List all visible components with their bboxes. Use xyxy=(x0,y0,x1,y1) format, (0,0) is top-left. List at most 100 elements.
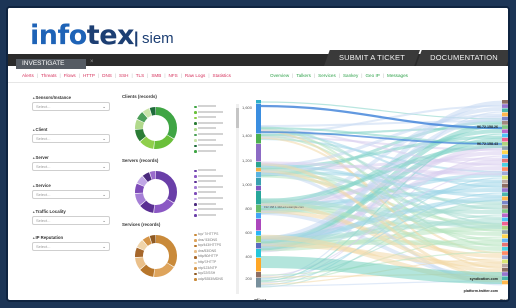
nav-link-threats[interactable]: Threats xyxy=(41,73,57,78)
nav-link-tls[interactable]: TLS xyxy=(136,73,144,78)
sankey-target-node[interactable] xyxy=(502,255,508,260)
sankey-target-node[interactable] xyxy=(502,146,508,150)
sankey-source-node[interactable] xyxy=(256,205,261,213)
nav-link-statistics[interactable]: Statistics xyxy=(213,73,231,78)
sankey-source-node[interactable] xyxy=(256,191,261,205)
sankey-target-node[interactable] xyxy=(502,238,508,243)
sankey-target-node[interactable] xyxy=(502,163,508,167)
nav-link-raw-logs[interactable]: Raw Logs xyxy=(185,73,205,78)
sankey-target-node[interactable] xyxy=(502,234,508,239)
tab-investigate[interactable]: INVESTIGATE xyxy=(16,59,86,69)
nav-link-dns[interactable]: DNS xyxy=(102,73,112,78)
sankey-source-node[interactable] xyxy=(256,219,261,231)
chevron-down-icon[interactable]: ⌄ xyxy=(102,243,106,250)
sankey-target-node[interactable] xyxy=(502,217,508,222)
sankey-target-node[interactable] xyxy=(502,259,508,264)
nav-link-smb[interactable]: SMB xyxy=(151,73,161,78)
filter-select[interactable]: Select... ⌄ xyxy=(32,162,110,171)
sankey-flow[interactable] xyxy=(260,239,503,246)
sankey-target-node[interactable] xyxy=(502,171,508,176)
sankey-target-node[interactable] xyxy=(502,104,508,108)
sankey-target-node[interactable] xyxy=(502,247,508,251)
sankey-target-node[interactable] xyxy=(502,188,508,192)
sankey-source-node[interactable] xyxy=(256,162,261,168)
sankey-target-node[interactable] xyxy=(502,209,508,213)
sankey-target-node[interactable] xyxy=(502,154,508,159)
scrollbar-thumb[interactable] xyxy=(236,108,239,128)
sankey-target-node[interactable] xyxy=(502,196,508,201)
chevron-down-icon[interactable]: ⌄ xyxy=(102,135,106,142)
chevron-down-icon[interactable]: ⌄ xyxy=(102,103,106,110)
sankey-target-node[interactable] xyxy=(502,175,508,180)
sankey-source-node[interactable] xyxy=(256,236,261,243)
sankey-target-node[interactable] xyxy=(502,142,508,146)
sankey-target-node[interactable] xyxy=(502,242,508,247)
scrollbar[interactable] xyxy=(236,104,239,294)
nav-link-messages[interactable]: Messages xyxy=(387,73,408,78)
nav-link-alerts[interactable]: Alerts xyxy=(22,73,34,78)
sankey-target-node[interactable] xyxy=(502,272,508,276)
sankey-source-node[interactable] xyxy=(256,104,261,134)
sankey-target-node[interactable] xyxy=(502,108,508,113)
sankey-target-node[interactable] xyxy=(502,205,508,209)
documentation-button[interactable]: DOCUMENTATION xyxy=(416,50,508,66)
chevron-down-icon[interactable]: ⌄ xyxy=(102,217,106,224)
nav-link-talkers[interactable]: Talkers xyxy=(296,73,311,78)
chevron-down-icon[interactable]: ⌄ xyxy=(102,163,106,170)
nav-link-services[interactable]: Services xyxy=(318,73,336,78)
sankey-target-node[interactable] xyxy=(502,263,508,268)
sankey-source-node[interactable] xyxy=(256,178,261,186)
sankey-source-node[interactable] xyxy=(256,278,261,288)
sankey-target-node[interactable] xyxy=(502,125,508,129)
sankey-source-node[interactable] xyxy=(256,100,261,104)
submit-ticket-button[interactable]: SUBMIT A TICKET xyxy=(324,50,420,66)
chevron-down-icon[interactable]: ⌄ xyxy=(102,191,106,198)
sankey-target-node[interactable] xyxy=(502,184,508,188)
sankey-source-node[interactable] xyxy=(256,231,261,236)
filter-select[interactable]: Select... ⌄ xyxy=(32,242,110,251)
sankey-target-node[interactable] xyxy=(502,276,508,281)
sankey-source-node[interactable] xyxy=(256,272,261,278)
sankey-target-node[interactable] xyxy=(502,121,508,125)
sankey-target-node[interactable] xyxy=(502,167,508,171)
filter-select[interactable]: Select... ⌄ xyxy=(32,216,110,225)
sankey-target-node[interactable] xyxy=(502,268,508,272)
sankey-target-node[interactable] xyxy=(502,221,508,226)
sankey-source-node[interactable] xyxy=(256,168,261,172)
sankey-source-node[interactable] xyxy=(256,144,261,162)
sankey-source-node[interactable] xyxy=(256,134,261,144)
nav-link-overview[interactable]: Overview xyxy=(270,73,289,78)
sankey-source-node[interactable] xyxy=(256,186,261,191)
filter-select[interactable]: Select... ⌄ xyxy=(32,102,110,111)
sankey-target-node[interactable] xyxy=(502,230,508,234)
sankey-target-node[interactable] xyxy=(502,226,508,230)
nav-link-nfs[interactable]: NFS xyxy=(169,73,178,78)
sankey-source-node[interactable] xyxy=(256,243,261,249)
sankey-source-node[interactable] xyxy=(256,172,261,178)
sankey-source-node[interactable] xyxy=(256,258,261,272)
sankey-target-node[interactable] xyxy=(502,200,508,205)
nav-link-geo-ip[interactable]: Geo IP xyxy=(365,73,379,78)
x-icon[interactable]: × xyxy=(90,59,94,65)
sankey-target-node[interactable] xyxy=(502,150,508,155)
sankey-source-node[interactable] xyxy=(256,249,261,258)
filter-select[interactable]: Select... ⌄ xyxy=(32,190,110,199)
sankey-target-node[interactable] xyxy=(502,251,508,255)
sankey-target-node[interactable] xyxy=(502,112,508,117)
sankey-target-node[interactable] xyxy=(502,129,508,134)
sankey-target-node[interactable] xyxy=(502,100,508,104)
sankey-target-node[interactable] xyxy=(502,179,508,184)
nav-link-http[interactable]: HTTP xyxy=(83,73,95,78)
nav-link-flows[interactable]: Flows xyxy=(64,73,76,78)
sankey-target-node[interactable] xyxy=(502,137,508,142)
sankey-target-node[interactable] xyxy=(502,192,508,197)
sankey-target-node[interactable] xyxy=(502,116,508,121)
nav-link-sankey[interactable]: Sankey xyxy=(343,73,358,78)
sankey-source-node[interactable] xyxy=(256,213,261,219)
sankey-target-node[interactable] xyxy=(502,133,508,138)
sankey-target-node[interactable] xyxy=(502,280,508,285)
nav-link-ssh[interactable]: SSH xyxy=(119,73,128,78)
sankey-target-node[interactable] xyxy=(502,213,508,218)
filter-select[interactable]: Select... ⌄ xyxy=(32,134,110,143)
sankey-target-node[interactable] xyxy=(502,158,508,163)
